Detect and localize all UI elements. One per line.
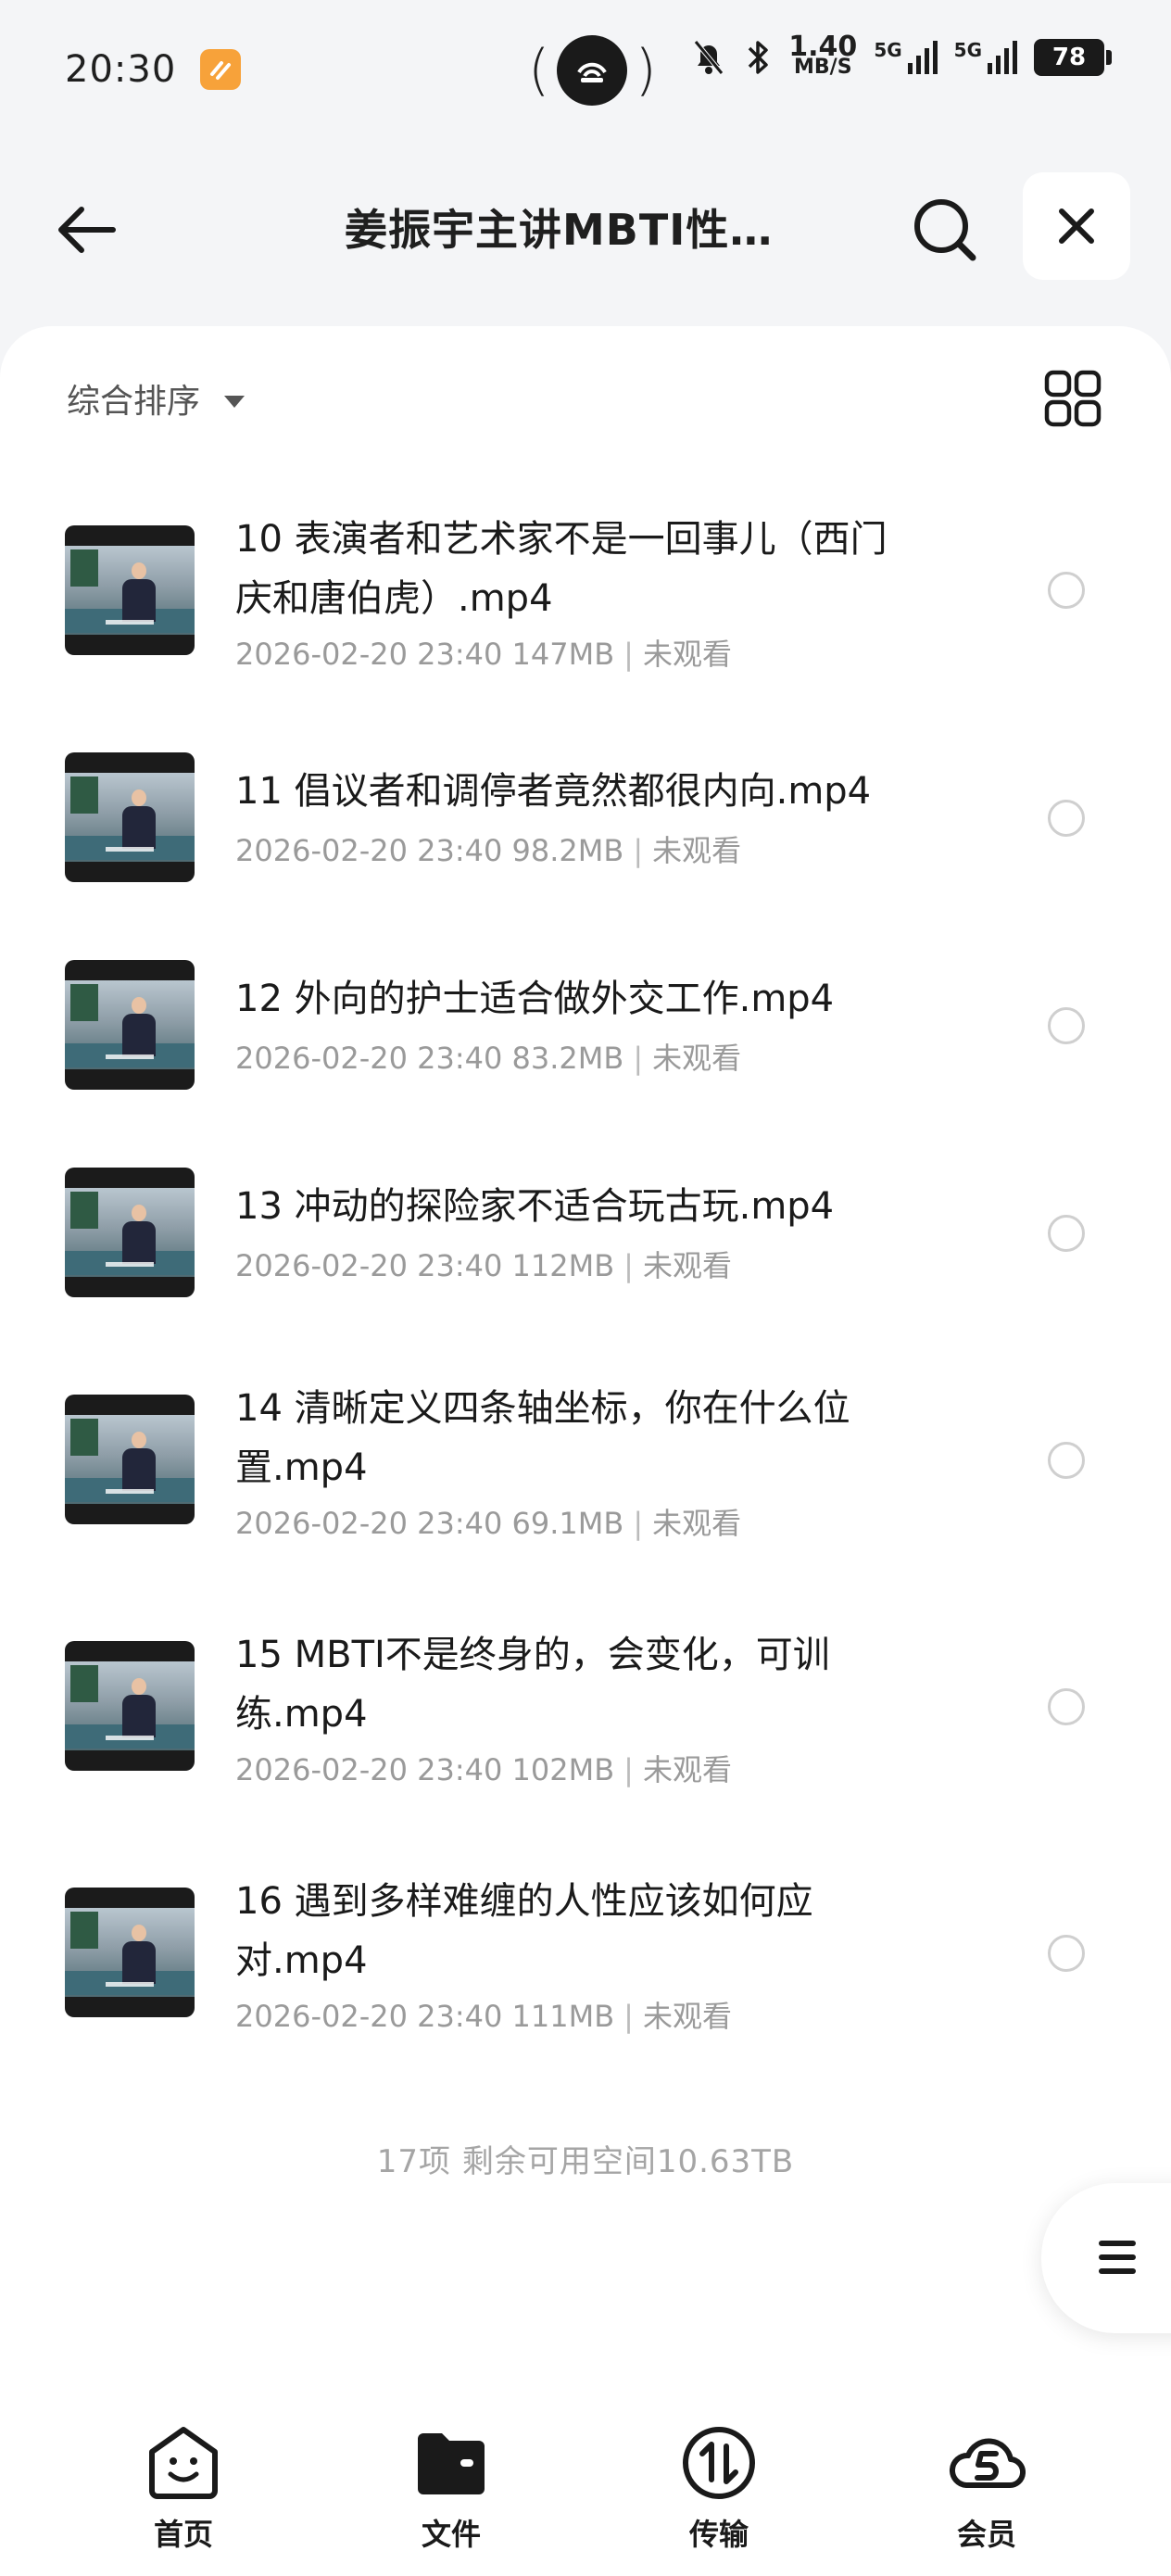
hotspot-icon (557, 35, 628, 106)
watch-status: 未观看 (642, 1752, 732, 1787)
file-size: 112MB (511, 1248, 615, 1283)
file-meta: 2026-02-20 23:40 147MB | 未观看 (235, 634, 732, 675)
file-date: 2026-02-20 23:40 (235, 1999, 503, 2034)
file-meta: 2026-02-20 23:40 111MB | 未观看 (235, 1996, 732, 2037)
back-button[interactable] (52, 195, 122, 265)
video-thumbnail (65, 1888, 195, 2017)
file-meta: 2026-02-20 23:40 112MB | 未观看 (235, 1245, 732, 1286)
file-name: 16 遇到多样难缠的人性应该如何应对.mp4 (235, 1880, 813, 1982)
page-header: 姜振宇主讲MBTI性… (0, 167, 1171, 287)
sort-dropdown[interactable]: 综合排序 (67, 371, 246, 426)
status-bar: 20:30 ( ) 1.40 MB/S 5G 5G 78 (0, 0, 1171, 139)
tab-home[interactable]: 首页 (100, 2424, 267, 2563)
caret-down-icon (224, 395, 246, 408)
select-radio[interactable] (1048, 800, 1085, 837)
file-date: 2026-02-20 23:40 (235, 1506, 503, 1541)
watch-status: 未观看 (652, 1041, 742, 1076)
meta-separator: | (623, 1999, 634, 2034)
signal-bars-icon (988, 41, 1017, 74)
watch-status: 未观看 (652, 833, 742, 868)
file-size: 102MB (511, 1752, 615, 1787)
file-size: 147MB (511, 637, 615, 672)
file-date: 2026-02-20 23:40 (235, 637, 503, 672)
grid-view-toggle[interactable] (1043, 369, 1102, 428)
watch-status: 未观看 (642, 637, 732, 672)
bottom-tab-bar: 首页 文件 传输 会员 (0, 2409, 1171, 2576)
arrow-left-icon (58, 207, 116, 253)
file-size: 69.1MB (511, 1506, 624, 1541)
signal-1: 5G (874, 39, 938, 76)
file-name: 12 外向的护士适合做外交工作.mp4 (235, 978, 835, 1020)
file-name: 14 清晰定义四条轴坐标，你在什么位置.mp4 (235, 1387, 850, 1489)
file-meta: 2026-02-20 23:40 98.2MB | 未观看 (235, 830, 741, 871)
signal-2: 5G (954, 39, 1017, 76)
tab-label: 文件 (421, 2517, 481, 2552)
battery-indicator: 78 (1034, 39, 1112, 76)
select-radio[interactable] (1048, 1935, 1085, 1972)
video-thumbnail (65, 525, 195, 655)
video-thumbnail (65, 1641, 195, 1771)
select-radio[interactable] (1048, 1688, 1085, 1725)
tab-vip[interactable]: 会员 (903, 2424, 1070, 2563)
file-date: 2026-02-20 23:40 (235, 1041, 503, 1076)
file-name: 11 倡议者和调停者竟然都很内向.mp4 (235, 770, 872, 813)
home-face-icon (149, 2427, 218, 2499)
tab-transfer[interactable]: 传输 (636, 2424, 802, 2563)
close-button[interactable] (1023, 172, 1130, 280)
file-meta: 2026-02-20 23:40 69.1MB | 未观看 (235, 1503, 741, 1544)
tab-label: 会员 (956, 2517, 1016, 2552)
video-thumbnail (65, 1395, 195, 1524)
signal-bars-icon (907, 41, 938, 74)
close-icon (1059, 208, 1094, 244)
grid-icon (1044, 370, 1102, 427)
select-radio[interactable] (1048, 1215, 1085, 1252)
app-notification-icon (200, 49, 242, 90)
mute-bell-icon (694, 40, 724, 75)
file-name: 10 表演者和艺术家不是一回事儿（西门庆和唐伯虎）.mp4 (235, 518, 888, 620)
select-radio[interactable] (1048, 1007, 1085, 1044)
vip-cloud-icon (950, 2438, 1026, 2489)
file-size: 111MB (511, 1999, 615, 2034)
video-thumbnail (65, 960, 195, 1090)
file-date: 2026-02-20 23:40 (235, 833, 503, 868)
meta-separator: | (623, 1752, 634, 1787)
net-speed: 1.40 MB/S (788, 31, 858, 79)
file-size: 83.2MB (511, 1041, 624, 1076)
search-button[interactable] (910, 195, 980, 265)
status-time: 20:30 (65, 48, 177, 91)
status-right-group: 1.40 MB/S 5G 5G 78 (690, 31, 1112, 79)
select-radio[interactable] (1048, 1442, 1085, 1479)
meta-separator: | (633, 1506, 644, 1541)
sort-label: 综合排序 (67, 383, 201, 421)
tab-label: 首页 (153, 2517, 213, 2552)
meta-separator: | (633, 833, 644, 868)
file-name: 13 冲动的探险家不适合玩古玩.mp4 (235, 1185, 835, 1228)
page-title: 姜振宇主讲MBTI性… (345, 205, 774, 255)
file-name: 15 MBTI不是终身的，会变化，可训练.mp4 (235, 1634, 830, 1736)
meta-separator: | (633, 1041, 644, 1076)
folder-icon (418, 2433, 485, 2494)
transfer-icon (683, 2427, 755, 2499)
watch-status: 未观看 (652, 1506, 742, 1541)
menu-icon (1099, 2241, 1136, 2274)
bluetooth-icon (749, 41, 769, 74)
meta-separator: | (623, 637, 634, 672)
select-radio[interactable] (1048, 572, 1085, 609)
file-meta: 2026-02-20 23:40 102MB | 未观看 (235, 1749, 732, 1790)
file-size: 98.2MB (511, 833, 624, 868)
video-thumbnail (65, 1168, 195, 1297)
watch-status: 未观看 (642, 1999, 732, 2034)
storage-summary: 17项 剩余可用空间10.63TB (376, 2143, 795, 2180)
video-thumbnail (65, 752, 195, 882)
tab-label: 传输 (688, 2517, 749, 2552)
tab-files[interactable]: 文件 (368, 2424, 535, 2563)
meta-separator: | (623, 1248, 634, 1283)
file-meta: 2026-02-20 23:40 83.2MB | 未观看 (235, 1038, 741, 1079)
watch-status: 未观看 (642, 1248, 732, 1283)
file-date: 2026-02-20 23:40 (235, 1752, 503, 1787)
hotspot-indicator: ( ) (528, 35, 657, 106)
file-date: 2026-02-20 23:40 (235, 1248, 503, 1283)
search-icon (914, 199, 976, 261)
